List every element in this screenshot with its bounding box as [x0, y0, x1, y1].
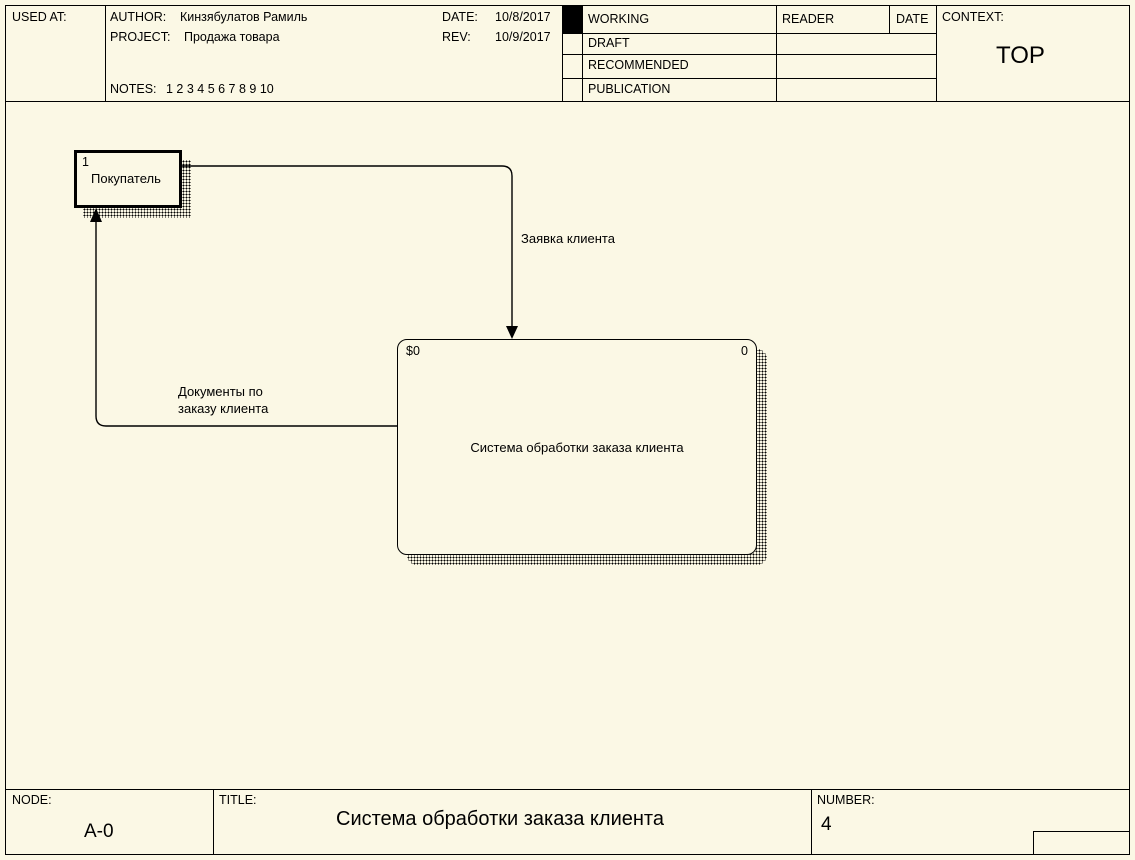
reader-date-label: DATE — [896, 12, 928, 26]
context-value: TOP — [996, 42, 1045, 70]
footer-div-1 — [213, 789, 214, 854]
footer-title-label: TITLE: — [219, 793, 257, 807]
status-draft: DRAFT — [588, 36, 630, 50]
hdr-div-1 — [105, 6, 106, 101]
process-label: Система обработки заказа клиента — [398, 440, 756, 455]
hdr-div-3 — [776, 6, 777, 33]
project-value: Продажа товара — [184, 30, 280, 44]
status-publication: PUBLICATION — [588, 82, 670, 96]
arrow1-label: Заявка клиента — [521, 231, 615, 246]
footer-top-line — [6, 789, 1129, 790]
footer-number-label: NUMBER: — [817, 793, 875, 807]
hdr-div-date — [889, 6, 890, 33]
author-label: AUTHOR: — [110, 10, 166, 24]
actor-label: Покупатель — [91, 171, 161, 186]
footer-title-value: Система обработки заказа клиента — [336, 808, 664, 831]
date-value: 10/8/2017 — [495, 10, 551, 24]
process-right-tag: 0 — [741, 344, 748, 358]
reader-label: READER — [782, 12, 834, 26]
footer-corner-box — [1033, 831, 1129, 854]
status-marker — [562, 6, 582, 33]
hdr-bottom — [6, 101, 1129, 102]
rev-value: 10/9/2017 — [495, 30, 551, 44]
hdr-row-3 — [562, 78, 936, 79]
process-box: $0 0 Система обработки заказа клиента — [397, 339, 757, 555]
hdr-div-3b — [776, 33, 777, 101]
notes-value: 1 2 3 4 5 6 7 8 9 10 — [166, 82, 274, 96]
hdr-div-4 — [936, 6, 937, 101]
status-working: WORKING — [588, 12, 649, 26]
footer-div-2 — [811, 789, 812, 854]
actor-number: 1 — [82, 155, 89, 169]
arrow2-label-line1: Документы по — [178, 384, 263, 399]
process-left-tag: $0 — [406, 344, 420, 358]
actor-box: 1 Покупатель — [74, 150, 182, 208]
status-recommended: RECOMMENDED — [588, 58, 689, 72]
arrow2-label-line2: заказу клиента — [178, 401, 268, 416]
footer-node-label: NODE: — [12, 793, 52, 807]
notes-label: NOTES: — [110, 82, 157, 96]
footer-node-value: A-0 — [84, 821, 114, 843]
author-value: Кинзябулатов Рамиль — [180, 10, 307, 24]
date-label: DATE: — [442, 10, 478, 24]
project-label: PROJECT: — [110, 30, 170, 44]
hdr-row-1 — [562, 33, 936, 34]
outer-frame: USED AT: AUTHOR: Кинзябулатов Рамиль PRO… — [5, 5, 1130, 855]
context-label: CONTEXT: — [942, 10, 1004, 24]
rev-label: REV: — [442, 30, 471, 44]
idef0-page: USED AT: AUTHOR: Кинзябулатов Рамиль PRO… — [0, 0, 1135, 860]
hdr-row-2 — [562, 54, 936, 55]
footer-number-value: 4 — [821, 814, 832, 836]
used-at-label: USED AT: — [12, 10, 67, 24]
